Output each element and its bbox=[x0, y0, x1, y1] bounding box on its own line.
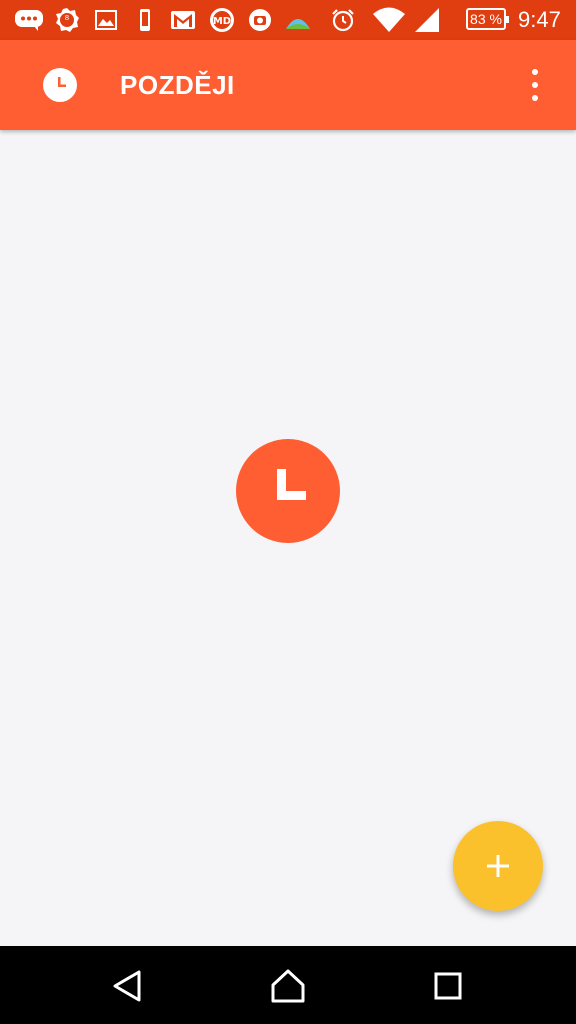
empty-state-clock-icon bbox=[236, 439, 340, 543]
weather-icon bbox=[284, 7, 312, 33]
image-icon bbox=[94, 7, 118, 33]
gmail-icon bbox=[170, 7, 196, 33]
phone-icon bbox=[134, 7, 156, 33]
back-icon[interactable] bbox=[110, 968, 146, 1004]
app-icon bbox=[248, 7, 272, 33]
svg-text:8: 8 bbox=[65, 14, 69, 22]
badge-icon: 8 bbox=[54, 7, 80, 33]
alarm-icon bbox=[330, 7, 356, 33]
signal-icon bbox=[414, 7, 440, 33]
wifi-icon bbox=[372, 7, 406, 33]
page-title: POZDĚJI bbox=[120, 70, 235, 100]
clock-icon bbox=[43, 68, 77, 102]
svg-text:MD: MD bbox=[213, 16, 231, 27]
status-time: 9:47 bbox=[518, 7, 561, 32]
chat-icon bbox=[14, 7, 44, 33]
app-bar: POZDĚJI bbox=[0, 40, 576, 130]
battery-level: 83 % bbox=[470, 11, 502, 27]
navigation-bar bbox=[0, 946, 576, 1024]
battery-icon: 83 % bbox=[466, 8, 509, 30]
home-icon[interactable] bbox=[270, 968, 306, 1004]
add-button[interactable] bbox=[453, 821, 543, 911]
recents-icon[interactable] bbox=[430, 968, 466, 1004]
status-bar: 8 MD 83 % 9:47 bbox=[0, 0, 576, 40]
overflow-menu-icon[interactable] bbox=[518, 65, 552, 105]
md-icon: MD bbox=[206, 7, 238, 33]
plus-icon bbox=[487, 855, 509, 877]
